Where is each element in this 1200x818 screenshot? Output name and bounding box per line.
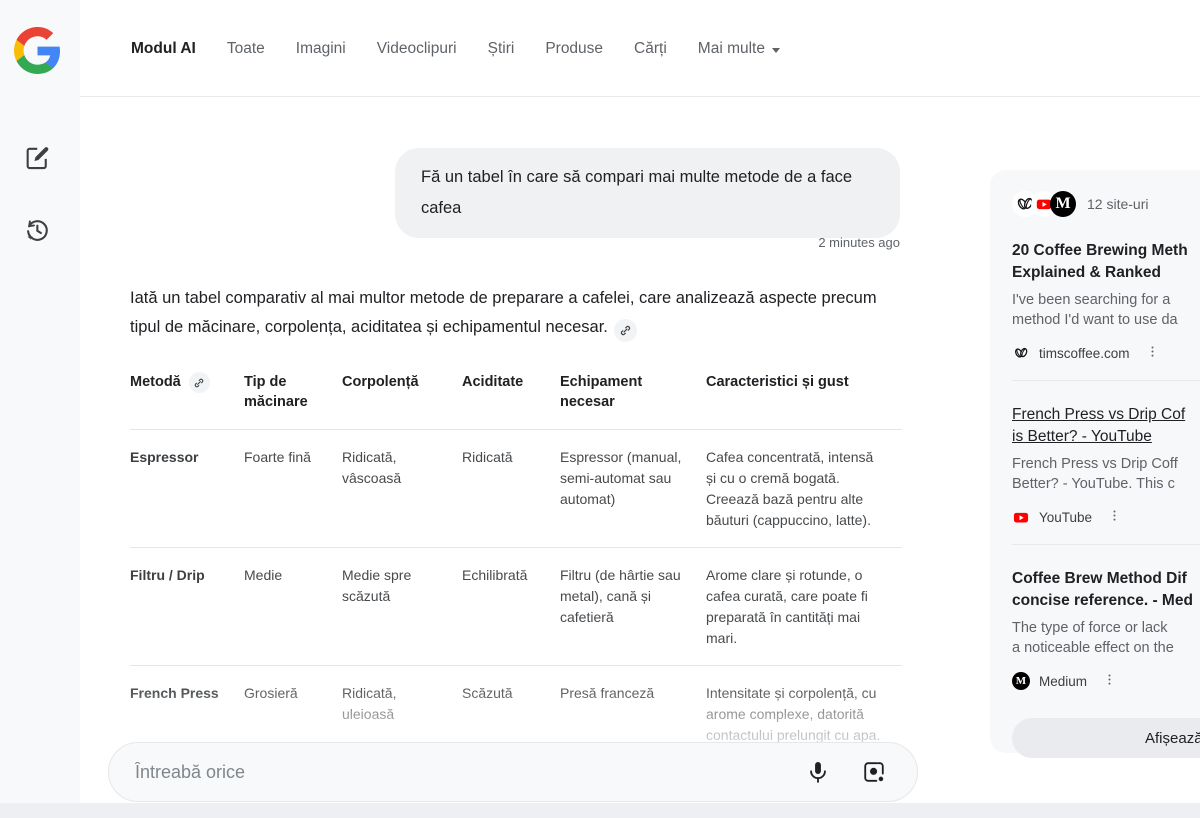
left-rail — [0, 0, 80, 803]
column-header: Caracteristici și gust — [706, 372, 902, 412]
tab-produse[interactable]: Produse — [545, 40, 603, 58]
table-row: Espressor Foarte fină Ridicată, vâscoasă… — [130, 430, 902, 548]
source-card: 20 Coffee Brewing Meth Explained & Ranke… — [1012, 240, 1200, 364]
source-title[interactable]: Coffee Brew Method Dif concise reference… — [1012, 568, 1200, 612]
ask-anything-bar — [108, 742, 918, 802]
source-domain[interactable]: timscoffee.com — [1039, 346, 1130, 361]
user-message-text: Fă un tabel în care să compari mai multe… — [421, 168, 852, 217]
source-attribution: M Medium — [1012, 670, 1200, 692]
coffee-beans-favicon-icon — [1012, 344, 1030, 362]
source-attribution: timscoffee.com — [1012, 342, 1200, 364]
tab-modul-ai[interactable]: Modul AI — [131, 40, 196, 58]
medium-favicon-icon: M — [1050, 191, 1076, 217]
more-options-icon[interactable] — [1100, 670, 1119, 692]
source-favicons: M — [1012, 191, 1076, 217]
more-options-icon[interactable] — [1105, 506, 1124, 528]
search-tabs: Modul AI Toate Imagini Videoclipuri Știr… — [131, 40, 780, 58]
source-snippet: I've been searching for a method I'd wan… — [1012, 290, 1200, 330]
column-header: Metodă — [130, 372, 181, 392]
source-card: Coffee Brew Method Dif concise reference… — [1012, 568, 1200, 692]
table-row: Filtru / Drip Medie Medie spre scăzută E… — [130, 548, 902, 666]
tab-videoclipuri[interactable]: Videoclipuri — [377, 40, 457, 58]
top-navigation: Modul AI Toate Imagini Videoclipuri Știr… — [80, 0, 1200, 97]
source-card: French Press vs Drip Cof is Better? - Yo… — [1012, 404, 1200, 528]
column-header: Aciditate — [462, 372, 560, 412]
ai-response-intro: Iată un tabel comparativ al mai multor m… — [130, 284, 888, 342]
source-title[interactable]: 20 Coffee Brewing Meth Explained & Ranke… — [1012, 240, 1200, 284]
source-link-icon[interactable] — [614, 319, 637, 342]
sources-header: M 12 site-uri — [1012, 191, 1200, 217]
tab-carti[interactable]: Cărți — [634, 40, 667, 58]
new-chat-icon[interactable] — [21, 143, 53, 175]
card-divider — [1012, 380, 1200, 381]
tab-toate[interactable]: Toate — [227, 40, 265, 58]
microphone-icon[interactable] — [805, 759, 831, 785]
google-logo[interactable] — [14, 27, 61, 74]
table-header-row: Metodă Tip de măcinare Corpolență Acidit… — [130, 362, 902, 430]
google-lens-icon[interactable] — [861, 759, 887, 785]
comparison-table: Metodă Tip de măcinare Corpolență Acidit… — [130, 362, 902, 762]
more-options-icon[interactable] — [1143, 342, 1162, 364]
source-title[interactable]: French Press vs Drip Cof is Better? - Yo… — [1012, 404, 1200, 448]
column-header: Echipament necesar — [560, 372, 706, 412]
youtube-favicon-icon — [1012, 508, 1030, 526]
user-message-bubble: Fă un tabel în care să compari mai multe… — [395, 148, 900, 238]
sources-panel: M 12 site-uri 20 Coffee Brewing Meth Exp… — [990, 170, 1200, 753]
table-source-link-icon[interactable] — [189, 372, 210, 393]
source-domain[interactable]: Medium — [1039, 674, 1087, 689]
tab-mai-multe[interactable]: Mai multe — [698, 40, 780, 58]
chevron-down-icon — [772, 48, 780, 53]
tab-stiri[interactable]: Știri — [488, 40, 515, 58]
window-bottom-edge — [0, 803, 1200, 818]
source-snippet: French Press vs Drip Coff Better? - YouT… — [1012, 454, 1200, 494]
message-timestamp: 2 minutes ago — [395, 235, 900, 250]
sources-count: 12 site-uri — [1087, 196, 1148, 212]
source-snippet: The type of force or lack a noticeable e… — [1012, 618, 1200, 658]
column-header: Corpolență — [342, 372, 462, 412]
card-divider — [1012, 544, 1200, 545]
ask-input[interactable] — [135, 762, 775, 783]
tab-imagini[interactable]: Imagini — [296, 40, 346, 58]
source-attribution: YouTube — [1012, 506, 1200, 528]
history-icon[interactable] — [21, 215, 53, 247]
show-all-sources-button[interactable]: Afișează- — [1012, 718, 1200, 758]
column-header: Tip de măcinare — [244, 372, 342, 412]
medium-favicon-icon: M — [1012, 672, 1030, 690]
source-domain[interactable]: YouTube — [1039, 510, 1092, 525]
